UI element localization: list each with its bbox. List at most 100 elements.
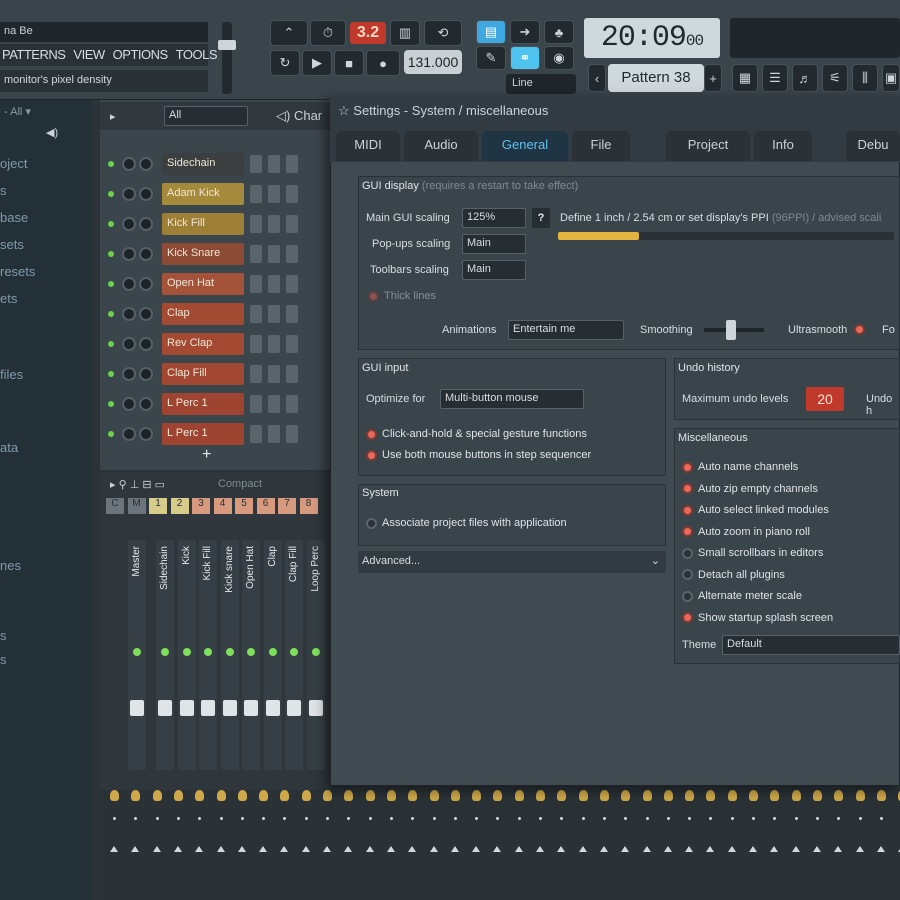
step-button[interactable] xyxy=(268,245,280,263)
route-arrow-icon[interactable] xyxy=(536,846,544,852)
tab-midi[interactable]: MIDI xyxy=(336,131,400,161)
channel-name[interactable]: Clap Fill xyxy=(162,363,244,385)
route-arrow-icon[interactable] xyxy=(152,846,161,852)
route-arrow-icon[interactable] xyxy=(173,846,182,852)
channel-name[interactable]: Rev Clap xyxy=(162,333,244,355)
route-bulb-icon[interactable] xyxy=(344,790,354,801)
mixer-track-number[interactable]: 4 xyxy=(213,498,232,514)
step-button[interactable] xyxy=(250,245,262,263)
route-arrow-icon[interactable] xyxy=(557,846,566,852)
volume-knob[interactable] xyxy=(139,397,153,411)
route-bulb-icon[interactable] xyxy=(749,790,758,801)
link-icon[interactable]: ⚭ xyxy=(510,46,540,70)
piano-roll-view-icon[interactable]: ♬ xyxy=(792,64,818,92)
route-arrow-icon[interactable] xyxy=(472,846,481,852)
mixer-track-number[interactable]: 2 xyxy=(170,498,189,514)
route-arrow-icon[interactable] xyxy=(131,846,140,852)
channel-row[interactable]: Kick Snare xyxy=(108,242,328,266)
mixer-track-number[interactable]: 3 xyxy=(192,498,210,514)
tab-file[interactable]: File xyxy=(572,131,630,161)
pattern-prev-icon[interactable]: ‹ xyxy=(588,64,606,92)
mixer-fader-handle[interactable] xyxy=(265,700,280,716)
mixer-track-number[interactable]: M xyxy=(127,498,146,514)
mixer-active-led[interactable] xyxy=(311,648,320,656)
route-arrow-icon[interactable] xyxy=(578,846,587,852)
channel-led[interactable] xyxy=(108,401,114,407)
gui-input-option[interactable]: Click-and-hold & special gesture functio… xyxy=(366,428,587,440)
route-arrow-icon[interactable] xyxy=(408,846,417,852)
route-arrow-icon[interactable] xyxy=(642,846,651,852)
route-arrow-icon[interactable] xyxy=(727,846,736,852)
step-button[interactable] xyxy=(286,395,298,413)
channel-name[interactable]: Sidechain xyxy=(162,153,244,175)
channel-row[interactable]: Clap xyxy=(108,302,328,326)
pan-knob[interactable] xyxy=(122,217,136,231)
channel-row[interactable]: Sidechain xyxy=(108,152,328,176)
volume-knob[interactable] xyxy=(139,217,153,231)
channel-led[interactable] xyxy=(108,431,114,437)
gui-input-radio[interactable] xyxy=(366,428,377,440)
route-arrow-icon[interactable] xyxy=(599,846,608,852)
thick-lines-option[interactable]: Thick lines xyxy=(368,290,436,302)
mixer-strip[interactable]: Kick xyxy=(177,540,196,770)
mixer-track-number[interactable]: 1 xyxy=(149,498,167,514)
browser-item[interactable]: base xyxy=(0,210,92,225)
route-bulb-icon[interactable] xyxy=(685,790,695,801)
step-button[interactable] xyxy=(286,245,298,263)
route-bulb-icon[interactable] xyxy=(280,790,290,801)
mixer-fader-handle[interactable] xyxy=(130,700,144,716)
route-arrow-icon[interactable] xyxy=(195,846,204,852)
misc-radio[interactable] xyxy=(682,526,693,537)
channel-name[interactable]: L Perc 1 xyxy=(162,423,244,445)
channel-led[interactable] xyxy=(108,221,114,227)
play-icon[interactable]: ▶ xyxy=(302,50,332,76)
channel-led[interactable] xyxy=(108,371,114,377)
route-bulb-icon[interactable] xyxy=(237,790,247,801)
route-bulb-icon[interactable] xyxy=(876,790,886,801)
route-arrow-icon[interactable] xyxy=(386,846,395,852)
route-arrow-icon[interactable] xyxy=(450,846,459,852)
step-button[interactable] xyxy=(286,425,298,443)
tab-info[interactable]: Info xyxy=(754,131,812,161)
theme-select[interactable]: Default xyxy=(722,635,900,655)
mixer-track-number[interactable]: 8 xyxy=(299,498,318,514)
pencil-icon[interactable]: ✎ xyxy=(476,46,506,70)
route-bulb-icon[interactable] xyxy=(770,790,780,801)
route-arrow-icon[interactable] xyxy=(663,846,672,852)
route-bulb-icon[interactable] xyxy=(791,790,801,801)
channel-row[interactable]: Kick Fill xyxy=(108,212,328,236)
pat-song-icon[interactable]: ↻ xyxy=(270,50,300,76)
step-button[interactable] xyxy=(250,185,262,203)
mixer-active-led[interactable] xyxy=(161,648,169,656)
route-bulb-icon[interactable] xyxy=(429,790,439,801)
browser-item[interactable]: files xyxy=(0,367,92,382)
route-bulb-icon[interactable] xyxy=(259,790,269,801)
route-bulb-icon[interactable] xyxy=(727,790,737,801)
channel-row[interactable]: Adam Kick xyxy=(108,182,328,206)
thick-lines-radio[interactable] xyxy=(368,290,379,302)
mixer-active-led[interactable] xyxy=(204,648,212,656)
speaker-icon[interactable]: ◀) xyxy=(46,126,58,139)
volume-knob[interactable] xyxy=(139,247,153,261)
pan-knob[interactable] xyxy=(122,247,136,261)
route-bulb-icon[interactable] xyxy=(493,790,503,801)
route-arrow-icon[interactable] xyxy=(621,846,630,852)
misc-option[interactable]: Detach all plugins xyxy=(682,569,785,581)
route-arrow-icon[interactable] xyxy=(855,846,864,852)
pan-knob[interactable] xyxy=(122,337,136,351)
route-arrow-icon[interactable] xyxy=(323,846,331,852)
route-bulb-icon[interactable] xyxy=(812,790,822,801)
step-button[interactable] xyxy=(286,335,298,353)
route-bulb-icon[interactable] xyxy=(834,790,844,801)
channel-led[interactable] xyxy=(108,341,114,347)
channel-name[interactable]: L Perc 1 xyxy=(162,393,244,415)
wait-icon[interactable]: ⏱ xyxy=(310,20,346,46)
route-bulb-icon[interactable] xyxy=(663,790,673,801)
browser-item[interactable]: ata xyxy=(0,440,92,455)
mixer-active-led[interactable] xyxy=(133,648,141,656)
mixer-strip[interactable]: Kick snare xyxy=(220,540,239,770)
channel-row[interactable]: L Perc 1 xyxy=(108,422,328,446)
channel-rack-icon[interactable]: ☰ xyxy=(762,64,788,92)
snap-select[interactable]: Line xyxy=(506,74,576,94)
rack-menu-icon[interactable]: ▸ xyxy=(110,110,116,123)
